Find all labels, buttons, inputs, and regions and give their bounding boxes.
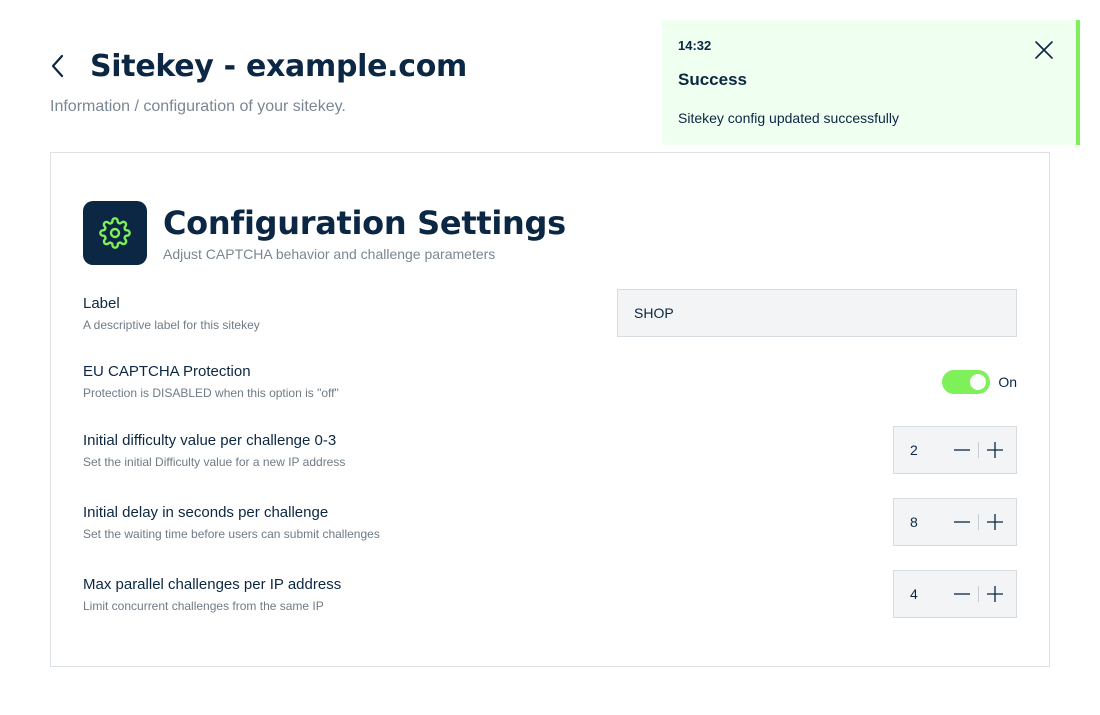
plus-icon	[987, 586, 1003, 602]
toast-title: Success	[678, 70, 747, 89]
parallel-decrement-button[interactable]	[946, 570, 978, 618]
setting-difficulty-description: Set the initial Difficulty value for a n…	[83, 455, 346, 469]
plus-icon	[987, 442, 1003, 458]
close-icon	[1035, 41, 1053, 59]
setting-delay-title: Initial delay in seconds per challenge	[83, 504, 329, 521]
difficulty-increment-button[interactable]	[979, 426, 1011, 474]
setting-parallel: Max parallel challenges per IP address L…	[83, 576, 1019, 613]
difficulty-decrement-button[interactable]	[946, 426, 978, 474]
toast-close-button[interactable]	[1032, 38, 1056, 62]
card-heading-text: Configuration Settings Adjust CAPTCHA be…	[163, 204, 566, 262]
page-title: Sitekey - example.com	[90, 48, 468, 84]
plus-icon	[987, 514, 1003, 530]
setting-delay: Initial delay in seconds per challenge S…	[83, 504, 1019, 541]
page-subtitle: Information / configuration of your site…	[50, 98, 346, 115]
toggle-knob	[970, 374, 987, 390]
protection-toggle-wrap: On	[942, 370, 1017, 394]
parallel-value[interactable]: 4	[894, 586, 946, 602]
delay-stepper: 8	[893, 498, 1017, 546]
configuration-card: Configuration Settings Adjust CAPTCHA be…	[50, 152, 1050, 667]
card-icon-box	[83, 201, 147, 265]
card-header: Configuration Settings Adjust CAPTCHA be…	[83, 201, 566, 265]
back-button[interactable]	[50, 44, 82, 88]
setting-difficulty-title: Initial difficulty value per challenge 0…	[83, 432, 337, 449]
difficulty-stepper: 2	[893, 426, 1017, 474]
difficulty-value[interactable]: 2	[894, 442, 946, 458]
toast-time: 14:32	[678, 38, 712, 53]
gear-icon	[99, 217, 131, 249]
parallel-stepper: 4	[893, 570, 1017, 618]
minus-icon	[954, 593, 970, 595]
toast-title-wrap: Success	[678, 70, 747, 90]
setting-parallel-description: Limit concurrent challenges from the sam…	[83, 599, 324, 613]
parallel-increment-button[interactable]	[979, 570, 1011, 618]
toggle-state-label: On	[998, 374, 1017, 390]
setting-parallel-title: Max parallel challenges per IP address	[83, 576, 342, 593]
chevron-left-icon	[51, 54, 64, 78]
setting-protection: EU CAPTCHA Protection Protection is DISA…	[83, 363, 1019, 400]
card-subtitle: Adjust CAPTCHA behavior and challenge pa…	[163, 246, 496, 262]
setting-protection-description: Protection is DISABLED when this option …	[83, 386, 339, 400]
title-row: Sitekey - example.com	[50, 44, 467, 88]
page-header: Sitekey - example.com Information / conf…	[50, 44, 467, 116]
card-title: Configuration Settings	[163, 204, 566, 242]
toast-message: Sitekey config updated successfully	[678, 110, 900, 126]
delay-decrement-button[interactable]	[946, 498, 978, 546]
setting-protection-title: EU CAPTCHA Protection	[83, 363, 251, 380]
success-toast: 14:32 Success Sitekey config updated suc…	[662, 20, 1080, 145]
setting-difficulty: Initial difficulty value per challenge 0…	[83, 432, 1019, 469]
setting-delay-description: Set the waiting time before users can su…	[83, 527, 380, 541]
minus-icon	[954, 449, 970, 451]
minus-icon	[954, 521, 970, 523]
delay-increment-button[interactable]	[979, 498, 1011, 546]
protection-toggle[interactable]	[942, 370, 991, 394]
label-input[interactable]: SHOP	[617, 289, 1017, 337]
delay-value[interactable]: 8	[894, 514, 946, 530]
